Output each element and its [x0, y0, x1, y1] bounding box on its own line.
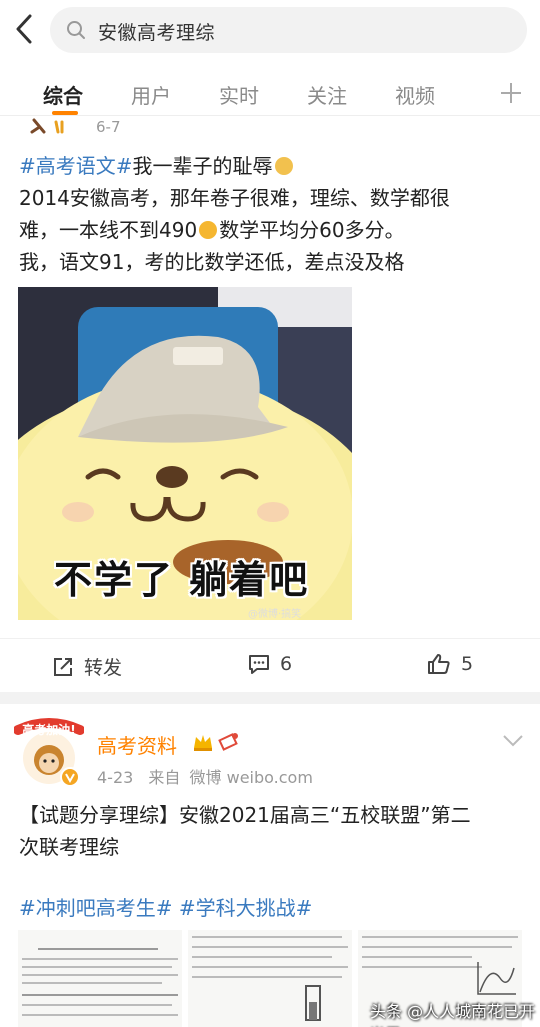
tab-following[interactable]: 关注 [307, 80, 347, 109]
post-text-line: 2014安徽高考，那年卷子很难，理综、数学都很 [19, 186, 450, 210]
hashtag-link[interactable]: #高考语文# [19, 154, 133, 178]
repost-button[interactable]: 转发 [52, 653, 122, 680]
post-text-segment: 难，一本线不到490 [19, 218, 198, 242]
feed-divider [0, 692, 540, 704]
tab-comprehensive[interactable]: 综合 [43, 80, 83, 109]
search-input[interactable]: 安徽高考理综 [50, 7, 527, 53]
add-tab-icon[interactable] [500, 82, 522, 104]
repost-icon [54, 657, 72, 676]
tab-bar: 综合 用户 实时 关注 视频 [0, 66, 540, 116]
comment-count: 6 [280, 653, 293, 675]
post-text: #高考语文#我一辈子的耻辱 [19, 150, 524, 182]
post-text-line: 我，语文91，考的比数学还低，差点没及格 [19, 250, 405, 274]
post-source: 微博 weibo.com [189, 768, 313, 787]
diagram-icon [305, 985, 321, 1021]
post-meta: 4-23 来自 微博 weibo.com [97, 764, 313, 788]
repost-label: 转发 [84, 657, 123, 679]
thumbs-up-icon [428, 654, 450, 674]
search-query-text: 安徽高考理综 [98, 22, 216, 44]
comment-icon [249, 655, 269, 674]
post-image[interactable]: 不学了 躺着吧 @微博·搞笑 [18, 287, 352, 620]
post-text-line: 我一辈子的耻辱 [132, 154, 273, 178]
badge-icon [218, 733, 238, 751]
like-button[interactable]: 5 [427, 653, 473, 675]
tab-video[interactable]: 视频 [395, 80, 435, 109]
post-text-line: 【试题分享理综】安徽2021届高三“五校联盟”第二 [19, 803, 471, 827]
comment-button[interactable]: 6 [248, 653, 292, 675]
avatar[interactable]: 高考加油! [14, 716, 84, 788]
meme-caption: 不学了 躺着吧 [54, 558, 310, 602]
post-text-line: 难，一本线不到490 数学平均分60多分。 [19, 214, 524, 246]
graph-icon [477, 962, 516, 995]
image-watermark: @微博·搞笑 [248, 609, 302, 620]
avatar[interactable] [28, 118, 68, 134]
active-tab-indicator [52, 111, 78, 115]
post-action-bar: 转发 6 5 [0, 638, 540, 692]
chevron-down-icon[interactable] [501, 733, 525, 749]
tab-users[interactable]: 用户 [131, 80, 171, 109]
crown-badge-icon [194, 735, 212, 751]
search-icon [67, 21, 85, 39]
source-prefix: 来自 [148, 768, 181, 787]
exam-paper-thumbnail[interactable] [18, 930, 182, 1027]
avatar-text: 高考加油! [22, 722, 75, 737]
hashtag-link[interactable]: #冲刺吧高考生# #学科大挑战# [19, 892, 524, 924]
exam-paper-thumbnail[interactable] [188, 930, 352, 1027]
post-date: 4-23 [97, 768, 134, 787]
post-date: 6-7 [96, 118, 121, 136]
top-bar: 安徽高考理综 [0, 0, 540, 58]
back-arrow-icon[interactable] [10, 12, 40, 46]
author-name[interactable]: 高考资料 [97, 730, 177, 759]
post-text-line: 次联考理综 [19, 835, 119, 859]
post-text-segment: 数学平均分60多分。 [219, 218, 405, 242]
page-watermark: 头条 @人人城南花已开半里 [370, 1002, 536, 1027]
tab-realtime[interactable]: 实时 [219, 80, 259, 109]
like-count: 5 [461, 653, 474, 675]
emoji-icon [199, 221, 218, 239]
emoji-icon [274, 157, 293, 175]
